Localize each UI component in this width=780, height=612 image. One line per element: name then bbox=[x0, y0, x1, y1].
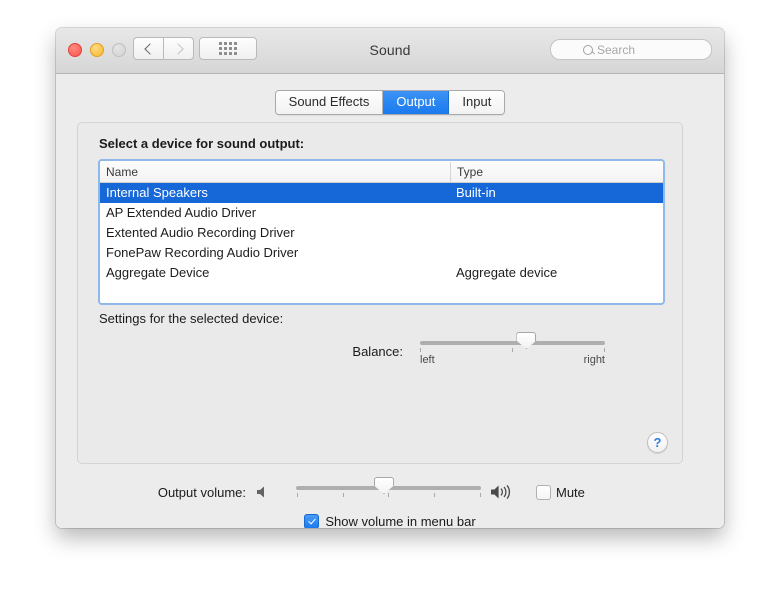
desktop-background: Sound Sound Effects Output Input Select … bbox=[0, 0, 780, 612]
balance-slider[interactable]: left right bbox=[420, 332, 605, 368]
table-row[interactable]: Aggregate Device Aggregate device bbox=[100, 263, 663, 283]
settings-label: Settings for the selected device: bbox=[99, 311, 284, 326]
tab-input[interactable]: Input bbox=[449, 91, 505, 114]
help-button[interactable]: ? bbox=[647, 432, 668, 453]
output-volume-slider[interactable] bbox=[296, 477, 481, 498]
device-type: Built-in bbox=[456, 185, 496, 200]
speaker-low-icon bbox=[255, 485, 270, 499]
balance-slider-thumb[interactable] bbox=[516, 332, 537, 349]
balance-right-label: right bbox=[583, 354, 605, 366]
tab-bar: Sound Effects Output Input bbox=[56, 90, 724, 115]
window-titlebar: Sound bbox=[56, 28, 724, 74]
output-volume-ticks bbox=[296, 493, 481, 498]
table-row[interactable]: AP Extended Audio Driver bbox=[100, 203, 663, 223]
window-body: Sound Effects Output Input Select a devi… bbox=[56, 74, 724, 528]
search-field[interactable] bbox=[550, 39, 712, 60]
device-name: Aggregate Device bbox=[106, 265, 210, 280]
balance-control-row: Balance: left right bbox=[78, 332, 682, 368]
tab-sound-effects[interactable]: Sound Effects bbox=[275, 91, 384, 114]
balance-slider-track[interactable] bbox=[420, 332, 605, 349]
balance-left-label: left bbox=[420, 354, 435, 366]
device-name: Extented Audio Recording Driver bbox=[106, 225, 295, 240]
search-input[interactable] bbox=[597, 42, 679, 57]
show-volume-checkbox[interactable] bbox=[304, 514, 320, 528]
output-volume-track[interactable] bbox=[296, 477, 481, 494]
device-type: Aggregate device bbox=[456, 265, 558, 280]
column-header-name[interactable]: Name bbox=[100, 161, 451, 182]
device-list-header: Name Type bbox=[100, 161, 663, 183]
column-header-type[interactable]: Type bbox=[451, 162, 663, 182]
device-name: Internal Speakers bbox=[106, 185, 208, 200]
table-row[interactable]: FonePaw Recording Audio Driver bbox=[100, 243, 663, 263]
output-volume-row: Output volume: Mute bbox=[56, 477, 724, 500]
balance-label: Balance: bbox=[352, 344, 403, 359]
device-list[interactable]: Name Type Internal Speakers Built-in AP … bbox=[98, 159, 665, 305]
show-volume-in-menu-bar-row[interactable]: Show volume in menu bar bbox=[56, 514, 724, 528]
mute-checkbox[interactable] bbox=[536, 484, 551, 500]
mute-control[interactable]: Mute bbox=[536, 484, 585, 500]
device-name: AP Extended Audio Driver bbox=[106, 205, 257, 220]
show-volume-label: Show volume in menu bar bbox=[325, 514, 476, 528]
device-name: FonePaw Recording Audio Driver bbox=[106, 245, 299, 260]
sound-preferences-window: Sound Sound Effects Output Input Select … bbox=[56, 28, 724, 528]
search-icon bbox=[583, 44, 593, 55]
table-row[interactable]: Extented Audio Recording Driver bbox=[100, 223, 663, 243]
balance-end-labels: left right bbox=[420, 354, 605, 368]
balance-slider-ticks bbox=[420, 348, 605, 353]
speaker-high-icon bbox=[490, 484, 517, 500]
table-row[interactable]: Internal Speakers Built-in bbox=[100, 183, 663, 203]
output-volume-label: Output volume: bbox=[157, 484, 246, 500]
device-list-label: Select a device for sound output: bbox=[99, 136, 305, 151]
output-volume-thumb[interactable] bbox=[373, 477, 394, 494]
mute-label: Mute bbox=[556, 484, 585, 500]
tab-output[interactable]: Output bbox=[383, 91, 450, 114]
output-settings-panel: Select a device for sound output: Name T… bbox=[77, 122, 683, 464]
